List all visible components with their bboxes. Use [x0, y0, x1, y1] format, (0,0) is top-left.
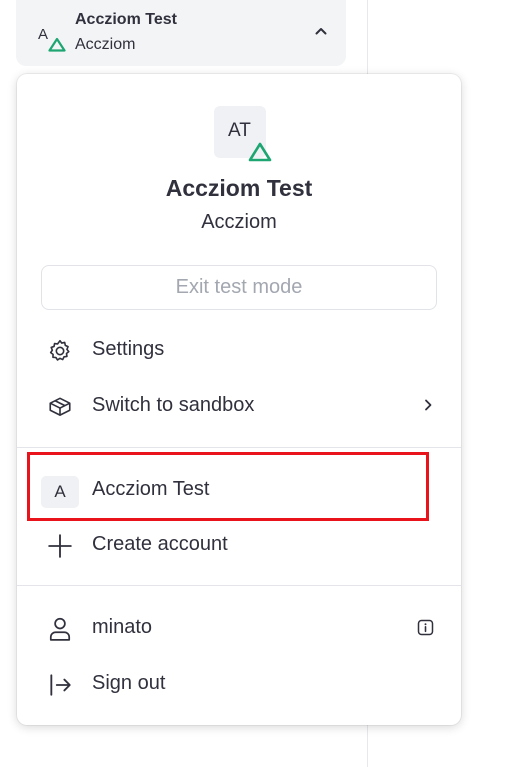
test-mode-triangle-icon [48, 37, 66, 52]
chevron-up-icon[interactable] [314, 24, 328, 38]
exit-test-mode-button[interactable]: Exit test mode [41, 265, 437, 310]
menu-item-create-account-label: Create account [92, 533, 228, 555]
menu-item-switch-to-sandbox[interactable]: Switch to sandbox [17, 382, 461, 430]
menu-divider [17, 447, 461, 448]
page: A Accziom Test Accziom AT Accziom Test A… [0, 0, 519, 767]
menu-account-avatar: AT [214, 106, 272, 162]
account-avatar-letter: A [38, 26, 49, 43]
account-avatar: A [36, 24, 68, 56]
menu-item-switch-to-sandbox-label: Switch to sandbox [92, 394, 255, 416]
plus-icon [48, 534, 72, 558]
menu-item-sign-out-label: Sign out [92, 672, 166, 694]
account-switcher[interactable]: A Accziom Test Accziom [16, 0, 346, 66]
menu-item-user[interactable]: minato [17, 604, 461, 652]
chevron-right-icon [425, 399, 432, 411]
sign-out-icon [50, 674, 71, 696]
test-mode-triangle-icon [248, 142, 272, 162]
menu-item-settings[interactable]: Settings [17, 326, 461, 374]
menu-account-sub: Accziom [201, 211, 277, 233]
menu-account-avatar-initials: AT [228, 120, 251, 141]
menu-item-user-label: minato [92, 616, 153, 638]
menu-account-name: Accziom Test [165, 175, 313, 201]
gear-icon [49, 339, 70, 361]
menu-item-create-account[interactable]: Create account [17, 521, 461, 569]
user-icon [49, 617, 71, 641]
selection-highlight-box [27, 452, 429, 521]
menu-divider [17, 585, 461, 586]
switcher-account-sub: Accziom [75, 36, 136, 53]
menu-item-settings-label: Settings [92, 338, 165, 360]
switcher-account-name: Accziom Test [75, 11, 177, 28]
cube-icon [49, 397, 71, 416]
account-menu: AT Accziom Test Accziom Exit test mode S… [17, 74, 461, 725]
menu-item-sign-out[interactable]: Sign out [17, 660, 461, 708]
info-icon[interactable] [417, 619, 434, 636]
